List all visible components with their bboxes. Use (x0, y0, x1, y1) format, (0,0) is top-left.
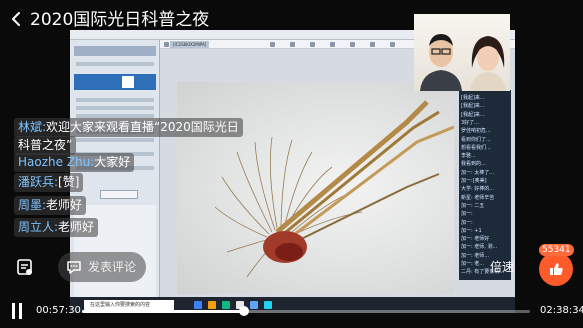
pause-icon[interactable] (10, 303, 24, 319)
panel-row (76, 98, 154, 102)
panel-header (74, 46, 156, 56)
document-icon[interactable] (16, 258, 34, 276)
comment-text: [赞] (58, 175, 80, 189)
top-bar: 2020国际光日科普之夜 (0, 0, 583, 38)
current-time: 00:57:30 (36, 305, 81, 316)
like-control: 55341 (537, 244, 577, 286)
comment-author: 潘跃兵: (18, 175, 59, 189)
comment-author: 周墨: (18, 198, 47, 212)
toolbar-icon (290, 42, 295, 47)
chat-line: 加一: 二五 (461, 202, 485, 209)
seek-bar-thumb[interactable] (239, 306, 250, 316)
like-button[interactable] (539, 252, 573, 286)
capture-controls (74, 74, 156, 90)
chat-line: 加一:[奥美] (461, 178, 487, 184)
seek-bar-progress (82, 310, 245, 313)
playback-bar: 00:57:30 02:38:34 (0, 298, 583, 324)
chat-line: 加一: (461, 211, 473, 218)
mosquito-antenna-micrograph (214, 100, 454, 278)
toolbar-icon (370, 42, 375, 47)
toolbar-icon (310, 42, 315, 47)
capture-button (122, 76, 134, 88)
pause-bar (12, 303, 15, 319)
thumbs-up-icon (550, 263, 563, 275)
live-stream-player: [IC2S6KIX2MIPA] 在这里输入你要搜索的内容 [我起]来... [我… (0, 0, 583, 328)
chat-line: 罗佳响初危... (461, 128, 491, 135)
comment-item: 周墨:老师好 (14, 196, 87, 215)
chat-line: 加一: +1 (461, 227, 482, 234)
chat-line: 大学: 好棒的... (461, 186, 495, 193)
chat-line: 3好了... (461, 119, 479, 126)
total-duration: 02:38:34 (540, 305, 583, 316)
comment-text: 老师好 (58, 220, 95, 234)
panel-row (76, 138, 154, 142)
toolbar-icon (390, 42, 395, 47)
chat-line: [我起]来... (461, 111, 485, 118)
comment-placeholder: 发表评论 (88, 260, 137, 274)
playback-speed-button[interactable]: 倍速 (490, 258, 514, 276)
chat-line: [我起]来... (461, 95, 485, 101)
comment-button[interactable]: 发表评论 (58, 252, 146, 282)
panel-button (100, 190, 138, 199)
comment-text: 大家好 (94, 155, 131, 169)
like-count-badge: 55341 (539, 244, 574, 256)
pause-bar (19, 303, 22, 319)
chat-line: 我看到的... (461, 161, 486, 168)
chat-line: 新星: 老师辛苦 (461, 194, 495, 201)
chat-line: 加一: (461, 219, 473, 226)
seek-bar[interactable] (82, 306, 530, 316)
comment-text: 欢迎大家来观看直播“2020国际光日 (46, 120, 239, 134)
comment-text: 科普之夜” (18, 138, 73, 152)
chat-line: 加一: 老师好 (461, 236, 490, 243)
panel-row (76, 62, 154, 66)
comment-icon (67, 261, 81, 274)
chat-line: [我起]来... (461, 103, 485, 110)
comment-text: 老师好 (46, 198, 83, 212)
comment-item: 林斌:欢迎大家来观看直播“2020国际光日 (14, 118, 243, 137)
toolbar-icon (350, 42, 355, 47)
stream-title: 2020国际光日科普之夜 (30, 10, 210, 30)
chat-line: 看到你们了... (461, 136, 491, 143)
comment-author: 周立人: (18, 220, 59, 234)
toolbar-icon (270, 42, 275, 47)
chat-line: 想看看我们... (461, 144, 491, 151)
comment-item: Haozhe Zhu:大家好 (14, 153, 135, 172)
chat-line: 加一: 老师, 测... (461, 244, 498, 251)
comment-item: 周立人:老师好 (14, 218, 99, 237)
microscope-image (177, 82, 454, 294)
comment-item: 潘跃兵:[赞] (14, 173, 84, 192)
comment-author: Haozhe Zhu: (18, 155, 95, 169)
chat-line: 加一: 太棒了... (461, 169, 495, 176)
camera-tab: [IC2S6KIX2MIPA] (170, 41, 210, 48)
panel-row (76, 106, 154, 110)
chevron-left-icon[interactable] (8, 10, 24, 28)
chat-line: 李雅... (461, 153, 476, 160)
chat-panel: [我起]来... [我起]来... [我起]来... 3好了... 罗佳响初危... 看到… (459, 90, 511, 280)
toolbar-icon (164, 42, 169, 47)
comment-author: 林斌: (18, 120, 47, 134)
toolbar-icon (330, 42, 335, 47)
